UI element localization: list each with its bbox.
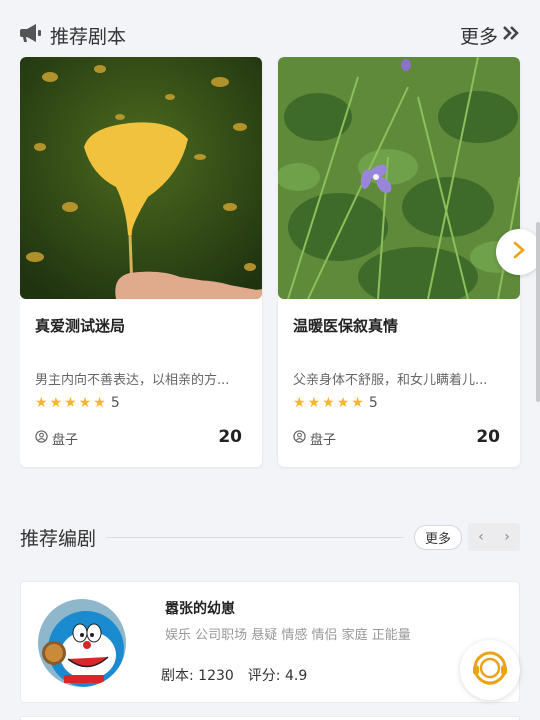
carousel-next-button[interactable]	[496, 229, 540, 275]
script-cover-image	[20, 57, 262, 299]
double-chevron-right-icon	[502, 24, 520, 46]
star-icon: ★	[336, 395, 350, 411]
script-description: 父亲身体不舒服，和女儿瞒着儿...	[293, 373, 488, 388]
recommend-scripts-title-wrap: 推荐剧本	[20, 22, 126, 49]
user-icon	[35, 430, 48, 447]
chevron-right-icon	[512, 241, 526, 263]
star-icon: ★	[64, 395, 77, 411]
writer-stats: 剧本: 1230 评分: 4.9	[161, 665, 307, 685]
author-name: 盘子	[52, 433, 79, 448]
script-carousel: 真爱测试迷局 男主内向不善表达，以相亲的方... ★ ★ ★ ★ ★ 5 盘子 …	[20, 57, 540, 469]
customer-service-button[interactable]	[460, 640, 520, 700]
writer-pager: ‹ ›	[468, 523, 520, 551]
script-card[interactable]: 温暖医保叙真情 父亲身体不舒服，和女儿瞒着儿... ★ ★ ★ ★ ★ 5 盘子…	[278, 57, 520, 467]
more-scripts-link[interactable]: 更多	[460, 22, 520, 49]
script-author[interactable]: 盘子	[35, 429, 78, 448]
recommend-scripts-header: 推荐剧本 更多	[20, 20, 520, 50]
star-icon: ★	[322, 395, 335, 411]
star-icon: ★	[351, 395, 364, 411]
script-author[interactable]: 盘子	[293, 429, 336, 448]
chevron-left-icon[interactable]: ‹	[468, 523, 494, 551]
rating-stars: ★ ★ ★ ★ ★ 5	[35, 395, 120, 411]
section-title: 推荐编剧	[20, 527, 97, 550]
script-name: 真爱测试迷局	[35, 317, 126, 335]
star-icon: ★	[49, 395, 63, 411]
more-writers-button[interactable]: 更多	[413, 524, 462, 550]
scrollbar-thumb[interactable]	[536, 222, 540, 402]
user-icon	[293, 430, 306, 447]
avatar	[38, 599, 126, 687]
chevron-right-icon[interactable]: ›	[494, 523, 520, 551]
writer-script-count: 剧本: 1230	[161, 668, 234, 684]
headset-icon	[470, 648, 510, 692]
author-name: 盘子	[310, 433, 337, 448]
recommend-writers-header: 推荐编剧 更多 ‹ ›	[20, 522, 520, 552]
script-name: 温暖医保叙真情	[293, 317, 399, 335]
writer-card[interactable]: 嚣张的幼崽 娱乐 公司职场 悬疑 情感 情侣 家庭 正能量 剧本: 1230 评…	[20, 581, 520, 703]
writer-score: 评分: 4.9	[247, 668, 308, 684]
star-icon: ★	[307, 395, 321, 411]
divider	[106, 536, 404, 538]
script-card[interactable]: 真爱测试迷局 男主内向不善表达，以相亲的方... ★ ★ ★ ★ ★ 5 盘子 …	[20, 57, 262, 467]
rating-value: 5	[368, 395, 378, 411]
star-icon: ★	[293, 395, 306, 411]
script-count: 20	[218, 427, 242, 447]
star-icon: ★	[35, 395, 48, 411]
section-title: 推荐剧本	[50, 25, 127, 48]
writer-card-partial	[20, 716, 520, 720]
rating-stars: ★ ★ ★ ★ ★ 5	[293, 395, 378, 411]
script-count: 20	[476, 427, 500, 447]
script-description: 男主内向不善表达，以相亲的方...	[35, 373, 230, 388]
more-label: 更多	[459, 25, 498, 48]
rating-value: 5	[110, 395, 120, 411]
star-icon: ★	[93, 395, 106, 411]
script-cover-image	[278, 57, 520, 299]
writer-name: 嚣张的幼崽	[165, 601, 235, 617]
star-icon: ★	[78, 395, 92, 411]
megaphone-icon	[20, 22, 44, 48]
writer-tags: 娱乐 公司职场 悬疑 情感 情侣 家庭 正能量	[165, 628, 411, 643]
